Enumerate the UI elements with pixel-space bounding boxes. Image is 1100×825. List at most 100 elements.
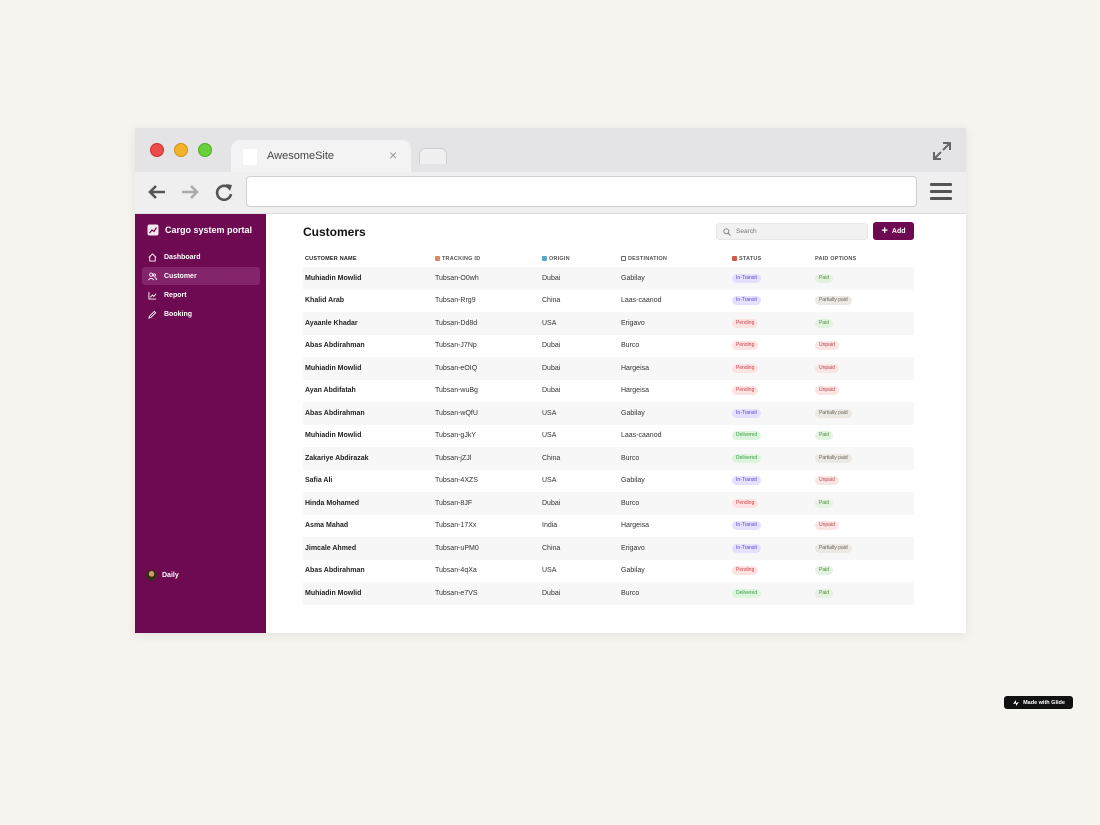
table-row[interactable]: Muhiadin Mowlid Tubsan-e7VS Dubai Burco Deli… bbox=[303, 582, 914, 605]
table-row[interactable]: Abas Abdirahman Tubsan-4qXa USA Gabilay Pend… bbox=[303, 560, 914, 583]
search-icon bbox=[723, 227, 731, 236]
status-badge: Pending bbox=[732, 386, 759, 396]
table-row[interactable]: Khalid Arab Tubsan-Rrg9 China Laas-caanod In… bbox=[303, 290, 914, 313]
close-window-button[interactable] bbox=[150, 143, 164, 157]
column-header-label: STATUS bbox=[739, 256, 762, 262]
tab-close-icon[interactable]: × bbox=[389, 147, 397, 163]
sidebar-item-report[interactable]: Report bbox=[142, 286, 260, 304]
back-arrow-icon[interactable] bbox=[146, 181, 168, 203]
minimize-window-button[interactable] bbox=[174, 143, 188, 157]
pencil-icon bbox=[148, 310, 157, 319]
paid-option-cell: Partially paid bbox=[815, 453, 914, 463]
paid-badge: Unpaid bbox=[815, 476, 839, 486]
search-box[interactable] bbox=[716, 223, 868, 240]
destination-cell: Hargeisa bbox=[621, 522, 650, 530]
user-profile[interactable]: Daily bbox=[146, 570, 179, 581]
tab-title: AwesomeSite bbox=[267, 150, 335, 162]
paid-option-cell: Paid bbox=[815, 318, 914, 328]
destination-cell: Burco bbox=[621, 454, 640, 462]
table-row[interactable]: Zakariye Abdirazak Tubsan-jZJl China Burco D… bbox=[303, 447, 914, 470]
forward-arrow-icon[interactable] bbox=[179, 181, 201, 203]
column-header-label: TRACKING ID bbox=[442, 256, 481, 262]
maximize-window-button[interactable] bbox=[198, 143, 212, 157]
column-header-destination[interactable]: DESTINATION bbox=[621, 256, 732, 262]
table-row[interactable]: Abas Abdirahman Tubsan-J7Np Dubai Burco Pend… bbox=[303, 335, 914, 358]
status-cell: In-Transit bbox=[732, 543, 815, 553]
tracking-id-cell: Tubsan-4qXa bbox=[435, 567, 477, 575]
browser-tab[interactable]: AwesomeSite × bbox=[231, 140, 411, 173]
paid-option-cell: Paid bbox=[815, 588, 914, 598]
column-header-tracking-id[interactable]: TRACKING ID bbox=[435, 256, 542, 262]
table-row[interactable]: Muhiadin Mowlid Tubsan-gJkY USA Laas-caanod… bbox=[303, 425, 914, 448]
customer-name-cell: Muhiadin Mowlid bbox=[305, 589, 362, 597]
origin-cell: USA bbox=[542, 567, 557, 575]
paid-option-cell: Partially paid bbox=[815, 408, 914, 418]
table-row[interactable]: Asma Mahad Tubsan-17Xx India Hargeisa In-Tra… bbox=[303, 515, 914, 538]
paid-badge: Unpaid bbox=[815, 341, 839, 351]
map-icon bbox=[542, 256, 547, 261]
column-header-paid-options[interactable]: PAID OPTIONS bbox=[815, 256, 914, 262]
paid-option-cell: Partially paid bbox=[815, 543, 914, 553]
house-icon bbox=[621, 256, 626, 261]
brand: Cargo system portal bbox=[147, 224, 252, 236]
search-input[interactable] bbox=[736, 228, 856, 235]
table-row[interactable]: Muhiadin Mowlid Tubsan-eOIQ Dubai Hargeisa P… bbox=[303, 357, 914, 380]
status-cell: Pending bbox=[732, 386, 815, 396]
sidebar-item-booking[interactable]: Booking bbox=[142, 305, 260, 323]
sidebar-item-label: Dashboard bbox=[164, 253, 201, 261]
user-name: Daily bbox=[162, 572, 179, 579]
tracking-id-cell: Tubsan-Rrg9 bbox=[435, 297, 476, 305]
table-row[interactable]: Abas Abdirahman Tubsan-wQfU USA Gabilay In-T… bbox=[303, 402, 914, 425]
status-badge: Delivered bbox=[732, 431, 762, 441]
tracking-id-cell: Tubsan-8JF bbox=[435, 499, 473, 507]
destination-cell: Erigavo bbox=[621, 544, 645, 552]
main-content: Customers + Add CUSTOMER NAME TRACKING I… bbox=[266, 214, 1073, 709]
paid-option-cell: Paid bbox=[815, 273, 914, 283]
table-row[interactable]: Jimcale Ahmed Tubsan-uPM0 China Erigavo In-T… bbox=[303, 537, 914, 560]
menu-icon[interactable] bbox=[930, 183, 952, 201]
glide-logo-icon bbox=[1013, 699, 1020, 706]
column-header-origin[interactable]: ORIGIN bbox=[542, 256, 621, 262]
customer-name-cell: Safia Ali bbox=[305, 477, 333, 485]
new-tab-button[interactable] bbox=[419, 148, 447, 164]
status-badge: In-Transit bbox=[732, 521, 761, 531]
table-row[interactable]: Safia Ali Tubsan-4XZS USA Gabilay In-Transit… bbox=[303, 470, 914, 493]
paid-badge: Unpaid bbox=[815, 363, 839, 373]
column-header-label: ORIGIN bbox=[549, 256, 570, 262]
tracking-id-cell: Tubsan-wQfU bbox=[435, 409, 478, 417]
made-with-glide-badge[interactable]: Made with Glide bbox=[1004, 696, 1073, 709]
tracking-id-cell: Tubsan-e7VS bbox=[435, 589, 478, 597]
customer-name-cell: Muhiadin Mowlid bbox=[305, 432, 362, 440]
table-body: Muhiadin Mowlid Tubsan-O0wh Dubai Gabilay In… bbox=[303, 267, 914, 605]
address-bar[interactable] bbox=[246, 176, 917, 207]
customers-table: CUSTOMER NAME TRACKING ID ORIGIN DESTINA… bbox=[303, 251, 914, 605]
tracking-id-cell: Tubsan-jZJl bbox=[435, 454, 472, 462]
table-row[interactable]: Ayan Abdifatah Tubsan-wuBg Dubai Hargeisa Pe… bbox=[303, 380, 914, 403]
tracking-id-cell: Tubsan-O0wh bbox=[435, 274, 479, 282]
destination-cell: Burco bbox=[621, 342, 640, 350]
table-row[interactable]: Hinda Mohamed Tubsan-8JF Dubai Burco Pending… bbox=[303, 492, 914, 515]
reload-icon[interactable] bbox=[213, 181, 235, 203]
table-row[interactable]: Muhiadin Mowlid Tubsan-O0wh Dubai Gabilay In… bbox=[303, 267, 914, 290]
destination-cell: Laas-caanod bbox=[621, 297, 662, 305]
sidebar-item-customer[interactable]: Customer bbox=[142, 267, 260, 285]
table-row[interactable]: Ayaanle Khadar Tubsan-Dd8d USA Erigavo Pendi… bbox=[303, 312, 914, 335]
tracking-id-cell: Tubsan-eOIQ bbox=[435, 364, 478, 372]
tracking-id-cell: Tubsan-wuBg bbox=[435, 387, 478, 395]
status-cell: In-Transit bbox=[732, 521, 815, 531]
home-icon bbox=[148, 252, 157, 262]
status-cell: Pending bbox=[732, 341, 815, 351]
sidebar-item-dashboard[interactable]: Dashboard bbox=[142, 248, 260, 266]
status-badge: In-Transit bbox=[732, 296, 761, 306]
column-header-label: DESTINATION bbox=[628, 256, 668, 262]
expand-icon[interactable] bbox=[931, 140, 953, 162]
column-header-status[interactable]: STATUS bbox=[732, 256, 815, 262]
glide-label: Made with Glide bbox=[1023, 699, 1065, 706]
column-header-customer-name[interactable]: CUSTOMER NAME bbox=[303, 256, 435, 262]
add-button[interactable]: + Add bbox=[873, 222, 914, 240]
status-cell: In-Transit bbox=[732, 296, 815, 306]
page-title: Customers bbox=[303, 225, 366, 239]
paid-option-cell: Unpaid bbox=[815, 363, 914, 373]
destination-cell: Hargeisa bbox=[621, 364, 650, 372]
chart-icon bbox=[148, 291, 157, 300]
